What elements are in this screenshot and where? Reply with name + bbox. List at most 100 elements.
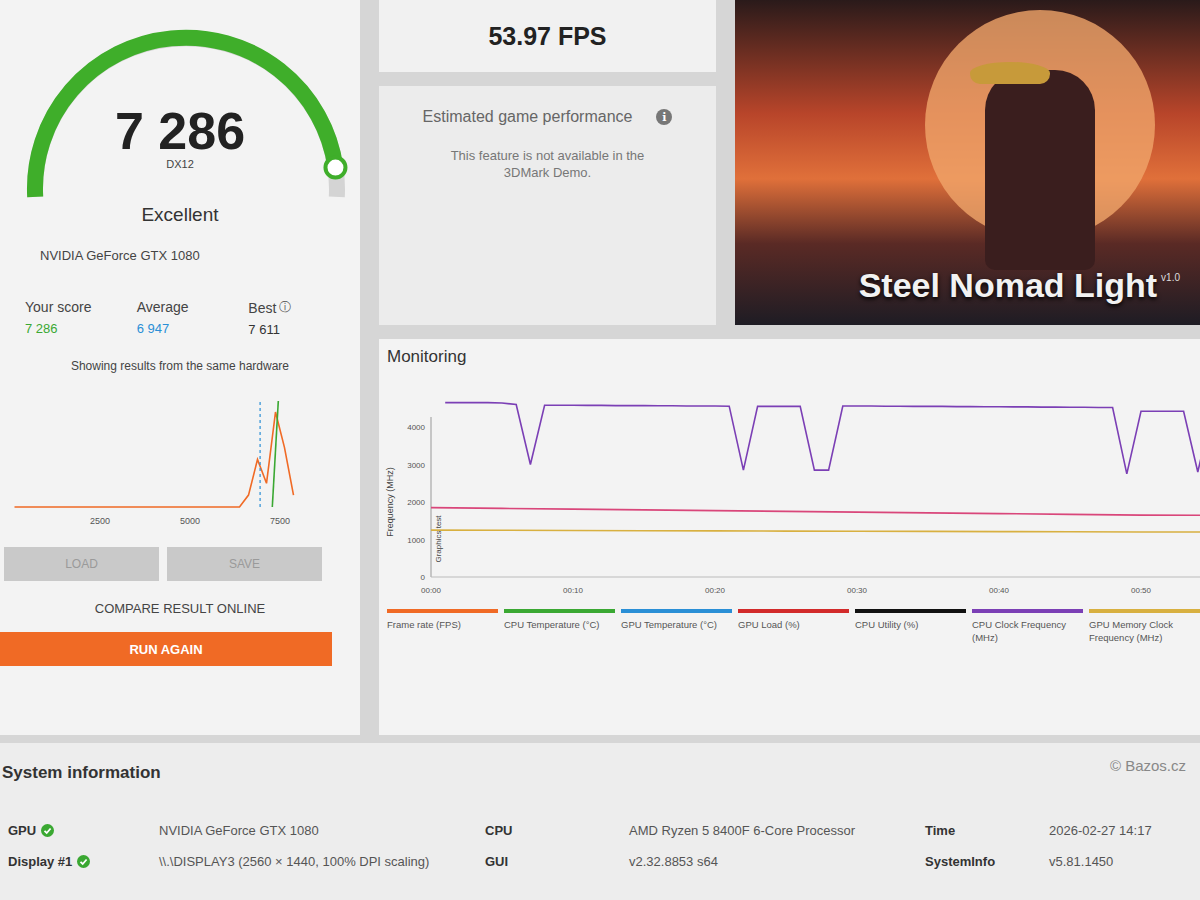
- legend-swatch: [972, 609, 1083, 613]
- y-tick: 2000: [407, 498, 425, 507]
- distribution: 250050007500: [0, 381, 360, 531]
- estimated-title: Estimated game performance: [423, 108, 633, 126]
- watermark: © Bazos.cz: [1110, 757, 1186, 774]
- y-axis-label: Frequency (MHz): [385, 467, 395, 537]
- check-icon: [41, 824, 54, 837]
- estimated-header: Estimated game performance i: [423, 108, 673, 126]
- legend-label: CPU Temperature (°C): [504, 619, 615, 632]
- banner-hat: [970, 62, 1050, 84]
- score-value: 7 286: [115, 104, 245, 158]
- legend-swatch: [738, 609, 849, 613]
- legend-item[interactable]: CPU Clock Frequency (MHz): [972, 609, 1083, 645]
- score-gauge: 7 286DX12: [0, 0, 360, 200]
- system-label: Display #1: [2, 854, 159, 869]
- gauge-knob: [325, 158, 345, 178]
- save-button[interactable]: SAVE: [167, 547, 322, 581]
- legend-item[interactable]: GPU Memory Clock Frequency (MHz): [1089, 609, 1200, 645]
- legend-label: Frame rate (FPS): [387, 619, 498, 632]
- score-stats: Your score 7 286Average6 947Bestⓘ 7 611: [0, 299, 360, 337]
- gpu-name: NVIDIA GeForce GTX 1080: [0, 248, 360, 263]
- rating: Excellent: [0, 204, 360, 226]
- system-label: GUI: [479, 854, 629, 869]
- legend-swatch: [855, 609, 966, 613]
- series-line: [445, 403, 1200, 474]
- legend-item[interactable]: CPU Temperature (°C): [504, 609, 615, 645]
- system-value: v5.81.1450: [1049, 854, 1200, 871]
- series-line: [431, 508, 1200, 516]
- system-label: CPU: [479, 823, 629, 838]
- legend-label: CPU Clock Frequency (MHz): [972, 619, 1083, 645]
- stat-label-text: Your score: [25, 299, 91, 315]
- x-tick: 5000: [180, 516, 200, 526]
- run-again-button[interactable]: RUN AGAIN: [0, 632, 332, 666]
- distribution-chart: 250050007500: [0, 381, 340, 531]
- system-label-text: Display #1: [8, 854, 72, 869]
- benchmark-name: Steel Nomad Light: [859, 266, 1157, 305]
- stat: Average6 947: [137, 299, 249, 337]
- stat-label-text: Best: [248, 300, 276, 316]
- banner-figure: [985, 70, 1095, 270]
- gauge-chart: [0, 0, 360, 200]
- x-tick: 00:30: [847, 586, 868, 595]
- legend-swatch: [387, 609, 498, 613]
- average-marker: [259, 401, 260, 507]
- x-tick: 00:10: [563, 586, 584, 595]
- check-circle: [41, 824, 54, 837]
- info-icon[interactable]: ⓘ: [279, 299, 291, 316]
- system-value: \\.\DISPLAY3 (2560 × 1440, 100% DPI scal…: [159, 854, 479, 871]
- stat: Your score 7 286: [25, 299, 137, 337]
- legend-swatch: [1089, 609, 1200, 613]
- estimated-performance: Estimated game performanceiThis feature …: [379, 86, 716, 325]
- chart-legend: Frame rate (FPS) CPU Temperature (°C) GPU …: [379, 609, 1200, 645]
- system-label: Time: [919, 823, 1049, 838]
- middle-column: 53.97 FPSEstimated game performanceiThis…: [379, 0, 716, 325]
- info-icon[interactable]: i: [656, 109, 672, 125]
- stat-value: 7 611: [248, 322, 360, 337]
- load-button[interactable]: LOAD: [4, 547, 159, 581]
- system-label-text: CPU: [485, 823, 512, 838]
- system-label-text: Time: [925, 823, 955, 838]
- stat-label: Bestⓘ: [248, 299, 360, 316]
- monitoring-chart: 0100020003000400000:0000:1000:2000:3000:…: [379, 367, 1200, 605]
- stat-value: 6 947: [137, 321, 249, 336]
- gauge-track: [35, 38, 337, 197]
- series-line: [431, 530, 1200, 532]
- distribution-line: [15, 412, 294, 507]
- api-label: DX12: [166, 158, 194, 170]
- system-value: v2.32.8853 s64: [629, 854, 919, 871]
- legend-item[interactable]: CPU Utility (%): [855, 609, 966, 645]
- stat-value: 7 286: [25, 321, 137, 336]
- check-icon: [41, 824, 54, 837]
- system-value: AMD Ryzen 5 8400F 6-Core Processor: [629, 823, 919, 840]
- system-title: System information: [2, 763, 1200, 783]
- stat-label: Your score: [25, 299, 137, 315]
- legend-swatch: [504, 609, 615, 613]
- result-area: 7 286DX12ExcellentNVIDIA GeForce GTX 108…: [0, 0, 1200, 735]
- system-label-text: SystemInfo: [925, 854, 995, 869]
- system-value: NVIDIA GeForce GTX 1080: [159, 823, 479, 840]
- system-label-text: GUI: [485, 854, 508, 869]
- gauge-fill: [35, 38, 336, 197]
- x-tick: 00:20: [705, 586, 726, 595]
- monitoring-title: Monitoring: [379, 347, 1200, 367]
- benchmark-version: v1.0: [1161, 272, 1180, 283]
- compare-link[interactable]: COMPARE RESULT ONLINE: [0, 601, 360, 616]
- legend-label: GPU Temperature (°C): [621, 619, 732, 632]
- check-mark: [45, 829, 51, 834]
- legend-item[interactable]: GPU Temperature (°C): [621, 609, 732, 645]
- y-axis: [431, 417, 432, 577]
- monitoring-panel: Monitoring0100020003000400000:0000:1000:…: [379, 339, 1200, 735]
- legend-item[interactable]: Frame rate (FPS): [387, 609, 498, 645]
- y-tick: 1000: [407, 536, 425, 545]
- legend-item[interactable]: GPU Load (%): [738, 609, 849, 645]
- your-score-marker: [272, 401, 278, 507]
- legend-label: CPU Utility (%): [855, 619, 966, 632]
- legend-label: GPU Memory Clock Frequency (MHz): [1089, 619, 1200, 645]
- system-label: GPU: [2, 823, 159, 838]
- x-axis: [431, 577, 1200, 578]
- legend-swatch: [621, 609, 732, 613]
- legend-label: GPU Load (%): [738, 619, 849, 632]
- marker-label: Graphics test: [434, 515, 443, 563]
- stat: Bestⓘ 7 611: [248, 299, 360, 337]
- button-row: LOADSAVE: [0, 547, 360, 581]
